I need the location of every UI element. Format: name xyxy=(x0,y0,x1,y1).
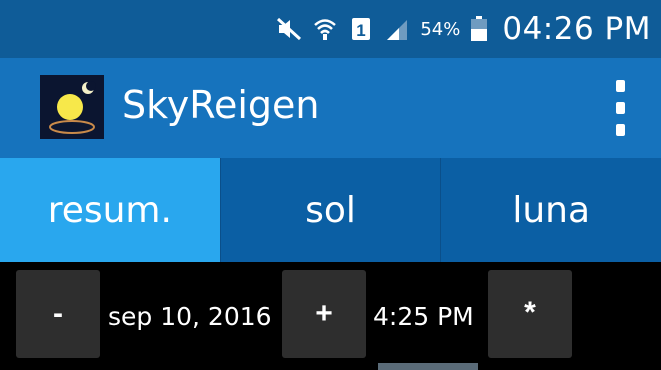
menu-dot xyxy=(615,80,625,92)
status-bar: 1 54% 04:26 PM xyxy=(0,0,661,58)
tab-luna[interactable]: luna xyxy=(440,158,661,262)
signal-icon xyxy=(384,16,410,42)
wifi-icon xyxy=(312,16,338,42)
decrement-date-button[interactable]: - xyxy=(16,270,100,358)
date-time-toolbar: - sep 10, 2016 + 4:25 PM * xyxy=(0,262,661,370)
date-value: sep 10, 2016 xyxy=(108,302,272,331)
svg-text:1: 1 xyxy=(357,21,366,40)
action-bar: SkyReigen xyxy=(0,58,661,158)
menu-dot xyxy=(615,102,625,114)
overflow-menu-icon[interactable] xyxy=(609,80,631,136)
tab-resum[interactable]: resum. xyxy=(0,158,220,262)
menu-dot xyxy=(615,124,625,136)
sim-1-icon: 1 xyxy=(348,16,374,42)
app-title: SkyReigen xyxy=(122,83,320,127)
increment-date-button[interactable]: + xyxy=(282,270,366,358)
battery-icon xyxy=(466,16,492,42)
tab-sol[interactable]: sol xyxy=(219,158,441,262)
sun-moon-logo-icon xyxy=(40,75,104,139)
battery-percent: 54% xyxy=(420,18,461,40)
time-value: 4:25 PM xyxy=(373,302,474,331)
now-button[interactable]: * xyxy=(488,270,572,358)
tab-bar: resum. sol luna xyxy=(0,158,661,262)
mute-icon xyxy=(276,16,302,42)
status-time: 04:26 PM xyxy=(502,11,651,47)
scroll-indicator xyxy=(378,363,478,370)
